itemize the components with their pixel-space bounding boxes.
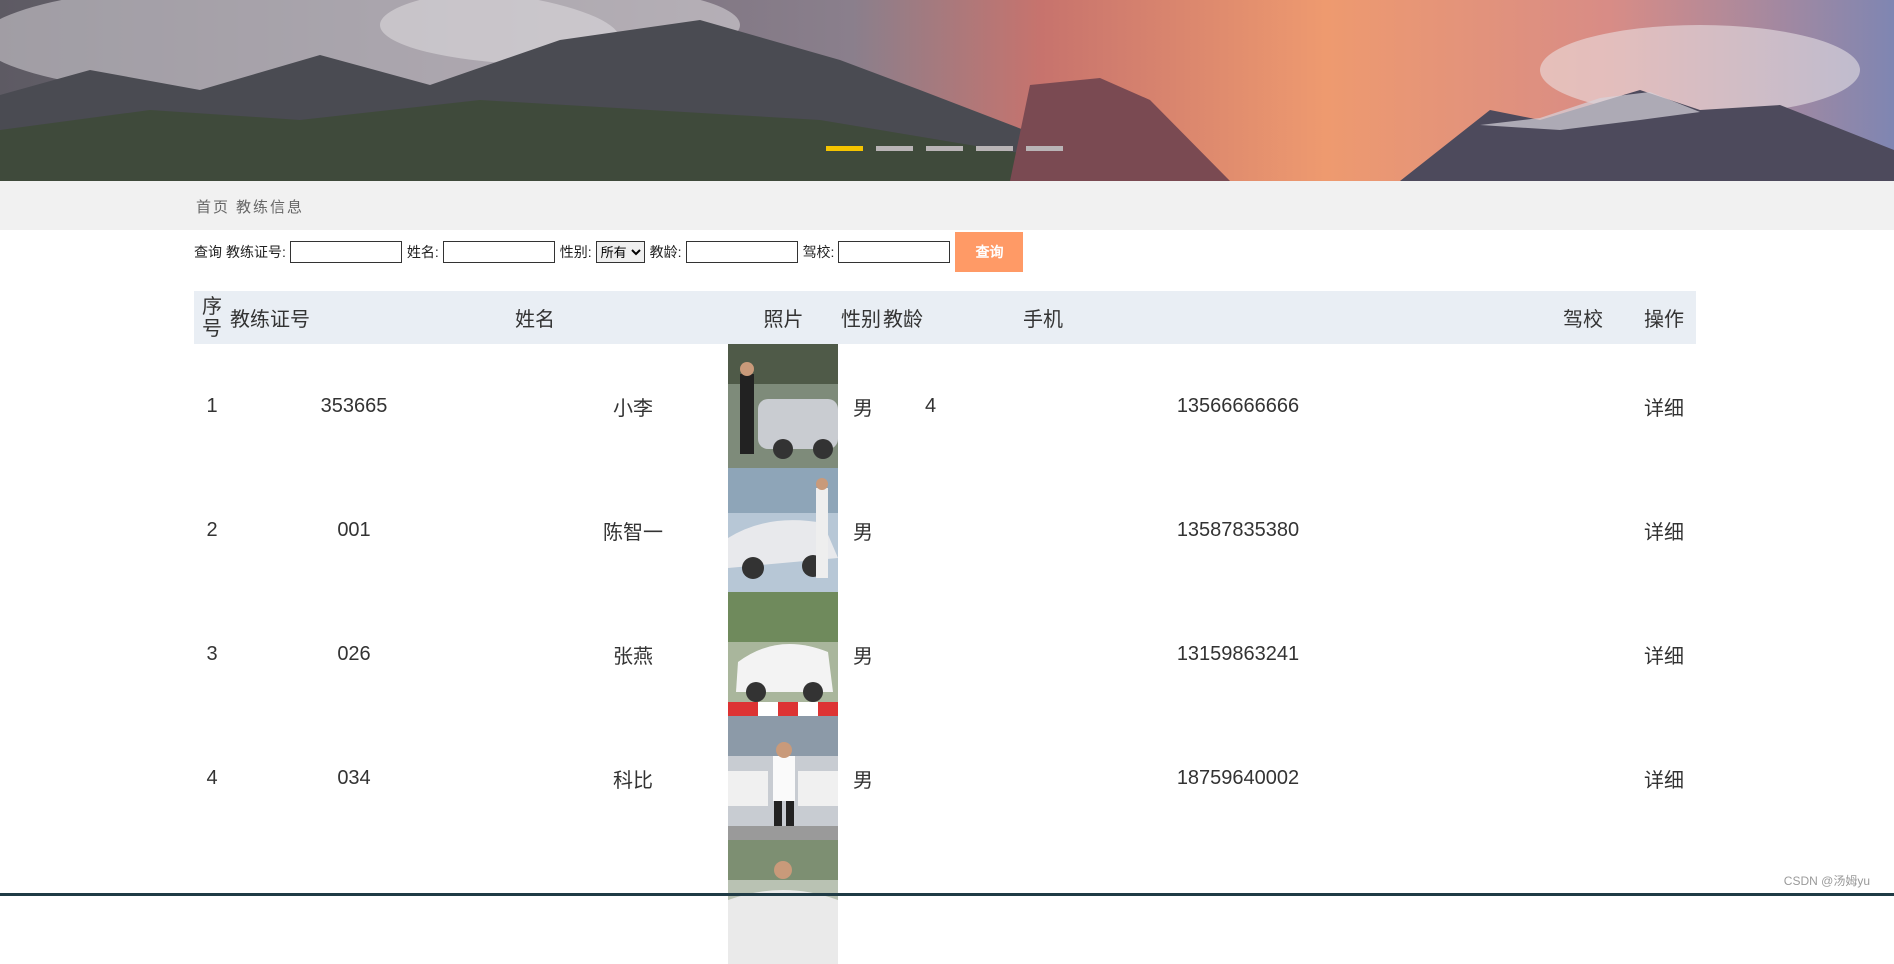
breadcrumb: 首页 教练信息 bbox=[196, 196, 310, 217]
age-input[interactable] bbox=[685, 241, 798, 263]
school-input[interactable] bbox=[838, 241, 951, 263]
name-input[interactable] bbox=[442, 241, 555, 263]
header-photo: 照片 bbox=[763, 309, 804, 331]
cell-empty bbox=[478, 840, 728, 964]
header-index: 序号 bbox=[202, 295, 222, 340]
coach-table: 序号 教练证号 姓名 照片 性别 教龄 手机 驾校 操作 1 353665 小李男 4… bbox=[194, 291, 1696, 964]
table-header-row: 序号 教练证号 姓名 照片 性别 教龄 手机 驾校 操作 bbox=[194, 291, 1696, 344]
search-form: 查询 教练证号: 姓名: 性别: 所有 教龄: 驾校: 查询 bbox=[194, 232, 1024, 272]
watermark: CSDN @汤姆yu bbox=[1783, 874, 1870, 888]
name-label: 姓名: bbox=[406, 244, 439, 260]
cell-action[interactable]: 详细 bbox=[1623, 344, 1696, 468]
cell-photo bbox=[728, 716, 839, 840]
carousel-dot-3[interactable] bbox=[926, 146, 963, 151]
table-row: 1 353665 小李 男 4 13566666666 详细 bbox=[194, 344, 1696, 468]
table-row: 4 034 科比 男 18759640002 详细 bbox=[194, 716, 1696, 840]
cell-phone: 13587835380 bbox=[1176, 518, 1300, 541]
cell-age bbox=[883, 716, 1003, 840]
cell-index: 3 bbox=[206, 642, 218, 665]
cell-age bbox=[883, 592, 1003, 716]
gender-label: 性别: bbox=[559, 244, 592, 260]
cell-gender: 男 bbox=[853, 521, 873, 544]
cell-gender: 男 bbox=[853, 769, 873, 792]
carousel-dot-5[interactable] bbox=[1026, 146, 1063, 151]
cert-label: 教练证号: bbox=[226, 244, 286, 260]
table-body: 1 353665 小李男 4 13566666666 详细 2 001 陈智一男 13587835… bbox=[194, 344, 1696, 964]
cell-name: 张燕 bbox=[613, 645, 653, 668]
cell-action[interactable]: 详细 bbox=[1623, 592, 1696, 716]
cell-photo bbox=[728, 468, 839, 592]
table-row: 3 026 张燕 男 13159863241 详细 bbox=[194, 592, 1696, 716]
coach-photo-image[interactable] bbox=[728, 468, 838, 592]
breadcrumb-current: 教练信息 bbox=[236, 198, 305, 216]
cell-action[interactable]: 详细 bbox=[1623, 468, 1696, 592]
cell-index: 2 bbox=[206, 518, 218, 541]
header-age: 教龄 bbox=[883, 309, 923, 331]
cell-empty bbox=[839, 840, 883, 964]
cell-cert: 034 bbox=[337, 766, 371, 789]
header-cert: 教练证号 bbox=[230, 309, 310, 331]
cell-empty bbox=[883, 840, 1003, 964]
cell-photo bbox=[728, 344, 839, 468]
cell-school bbox=[1373, 716, 1623, 840]
school-label: 驾校: bbox=[802, 244, 835, 260]
cell-school bbox=[1373, 592, 1623, 716]
cert-input[interactable] bbox=[289, 241, 402, 263]
gender-select[interactable]: 所有 bbox=[595, 241, 645, 263]
cell-action[interactable]: 详细 bbox=[1623, 716, 1696, 840]
search-button[interactable]: 查询 bbox=[955, 232, 1024, 272]
cell-empty bbox=[1003, 840, 1373, 964]
coach-photo-image[interactable] bbox=[728, 592, 838, 716]
breadcrumb-home[interactable]: 首页 bbox=[196, 198, 230, 216]
header-name: 姓名 bbox=[515, 309, 555, 331]
cell-name: 陈智一 bbox=[603, 521, 663, 544]
breadcrumb-bar: 首页 教练信息 bbox=[0, 181, 1894, 230]
age-label: 教龄: bbox=[649, 244, 682, 260]
cell-cert: 353665 bbox=[320, 394, 388, 417]
table-row bbox=[194, 840, 1696, 964]
cell-school bbox=[1373, 468, 1623, 592]
carousel-dot-1[interactable] bbox=[826, 146, 863, 151]
coach-photo-image[interactable] bbox=[728, 344, 838, 468]
carousel-indicators bbox=[826, 146, 1063, 151]
cell-phone: 18759640002 bbox=[1176, 766, 1300, 789]
coach-photo-image[interactable] bbox=[728, 840, 838, 964]
cell-empty bbox=[1373, 840, 1623, 964]
cell-phone: 13159863241 bbox=[1176, 642, 1300, 665]
cell-gender: 男 bbox=[853, 645, 873, 668]
cell-empty bbox=[230, 840, 478, 964]
cell-photo bbox=[728, 840, 839, 964]
cell-gender: 男 bbox=[853, 397, 873, 420]
banner-carousel bbox=[0, 0, 1894, 181]
mountain-landscape-image bbox=[0, 0, 1894, 181]
cell-cert: 001 bbox=[337, 518, 371, 541]
cell-age: 4 bbox=[925, 394, 937, 417]
carousel-dot-2[interactable] bbox=[876, 146, 913, 151]
cell-school bbox=[1373, 344, 1623, 468]
carousel-dot-4[interactable] bbox=[976, 146, 1013, 151]
cell-index: 4 bbox=[206, 766, 218, 789]
header-gender: 性别 bbox=[841, 309, 881, 331]
cell-empty bbox=[194, 840, 230, 964]
cell-cert: 026 bbox=[337, 642, 371, 665]
coach-photo-image[interactable] bbox=[728, 716, 838, 840]
table-row: 2 001 陈智一 男 13587835380 详细 bbox=[194, 468, 1696, 592]
header-school: 驾校 bbox=[1563, 309, 1603, 331]
search-prefix-label: 查询 bbox=[194, 244, 222, 260]
cell-name: 科比 bbox=[613, 769, 653, 792]
header-action: 操作 bbox=[1644, 309, 1684, 331]
cell-age bbox=[883, 468, 1003, 592]
cell-empty bbox=[1623, 840, 1696, 964]
header-phone: 手机 bbox=[1023, 309, 1063, 331]
cell-name: 小李 bbox=[613, 397, 653, 420]
cell-photo bbox=[728, 592, 839, 716]
cell-index: 1 bbox=[206, 394, 218, 417]
cell-phone: 13566666666 bbox=[1176, 394, 1300, 417]
